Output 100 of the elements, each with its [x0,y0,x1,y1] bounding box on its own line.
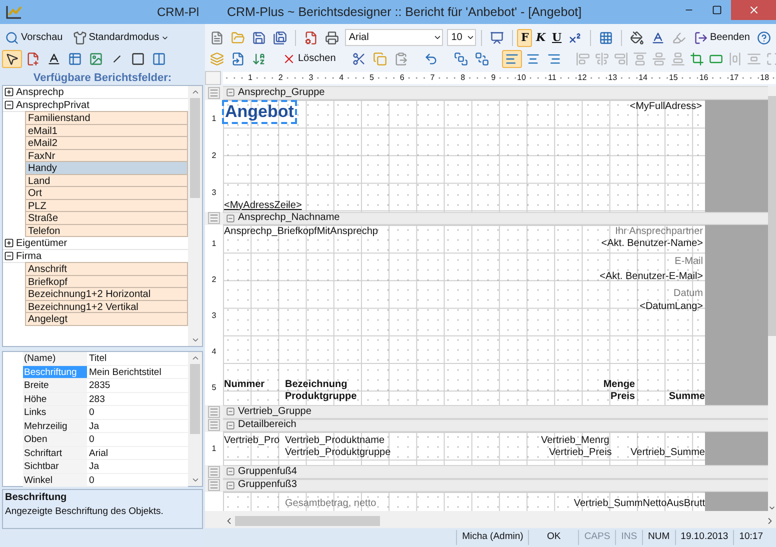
report-field[interactable]: Vertrieb_SummNettoAusBrutt [565,498,705,509]
tree-field[interactable]: Straße [25,211,188,224]
mode-button[interactable]: Standardmodus [70,28,172,46]
report-field[interactable]: Vertrieb_Summe [621,447,705,458]
report-field[interactable]: Menge [580,379,635,390]
report-field[interactable]: Nummer [224,379,265,390]
report-field[interactable]: <MyFullAdress> [580,100,702,112]
report-field[interactable]: Vertrieb_Menrg [541,435,610,446]
size-select[interactable]: 10 [447,29,476,46]
property-name[interactable]: Höhe [23,392,87,405]
property-name[interactable]: Mehrzeilig [23,420,87,432]
report-field[interactable]: Summe [643,391,705,402]
exit-button[interactable]: Beenden [690,28,753,46]
band-header[interactable]: Gruppenfuß3 [223,478,768,492]
tree-field[interactable]: Familienstand [25,111,188,124]
pointer-tool[interactable] [2,50,22,68]
ruler-number: 9 [490,72,497,84]
property-value[interactable]: 0 [87,433,94,446]
band-handle-icon[interactable] [208,212,220,224]
caret-icon [433,33,442,42]
scrollbar[interactable] [188,86,202,346]
property-value[interactable]: Arial [87,446,108,459]
layout-button[interactable] [688,50,706,68]
property-value[interactable]: 0 [87,406,94,418]
report-field[interactable]: Gesamtbetrag, netto [285,498,376,509]
property-name[interactable]: Links [23,406,87,418]
tree-group[interactable]: Eigentümer [3,237,188,250]
property-name[interactable]: Winkel [23,474,87,486]
tree-field[interactable]: Handy [25,161,188,174]
property-name[interactable]: (Name) [23,352,87,364]
band-handle-icon[interactable] [208,406,220,418]
property-value[interactable]: 2835 [87,379,110,392]
band-handle-icon[interactable] [208,419,220,432]
report-field[interactable]: <MyAdressZeile> [224,200,302,210]
align-left-icon [576,52,590,66]
format-button[interactable]: U [549,28,564,46]
ruler-number: 1 [212,238,216,248]
bring-to-front-icon [454,52,468,66]
scrollbar[interactable] [188,352,202,486]
preview-button[interactable]: Vorschau [2,28,66,46]
delete-button[interactable]: Löschen [279,50,339,68]
band-header[interactable]: Vertrieb_Gruppe [223,405,768,418]
report-field[interactable]: Angebot [224,102,295,122]
report-field[interactable]: Datum [563,288,703,299]
chart-icon [490,30,504,44]
report-field[interactable]: <Akt. Benutzer-E-Mail> [553,271,703,282]
report-field[interactable]: Ansprechp_BriefkopfMitAnsprechp [224,226,378,237]
report-field[interactable]: Vertrieb_Preis [549,447,612,458]
band-header[interactable]: Ansprechp_Gruppe [223,86,768,100]
property-name[interactable]: Oben [23,433,87,446]
font-select[interactable]: Arial [344,29,444,46]
report-field[interactable]: E-Mail [563,256,703,267]
format-button[interactable]: K [533,28,548,46]
splitter-tool-icon [152,52,166,66]
copy-icon [372,52,387,66]
property-value[interactable]: Ja [87,460,100,472]
spacing-icon [746,52,761,66]
tree-field[interactable]: Telefon [25,224,188,237]
tree-field[interactable]: Anschrift [25,262,188,276]
report-field[interactable]: Ihr Ansprechpartner [563,226,703,237]
property-value[interactable]: Titel [87,352,107,364]
band-handle-icon[interactable] [208,479,220,492]
add-field-tool-icon [26,52,40,66]
band-header[interactable]: Ansprechp_Nachname [223,212,768,225]
format-button[interactable]: F [517,28,532,46]
page-margin [705,432,768,465]
tree-field[interactable]: Bezeichnung1+2 Horizontal [25,287,188,300]
property-value[interactable]: Mein Berichtstitel [87,366,162,378]
status-field: INS [615,530,642,545]
property-value[interactable]: 283 [87,392,105,405]
align-center-icon [594,52,609,66]
report-field[interactable]: <DatumLang> [563,301,703,312]
property-value[interactable]: 0 [87,474,94,486]
band-handle-icon[interactable] [208,466,220,478]
window-title: CRM-Pl [157,4,200,21]
property-name[interactable]: Schriftart [23,446,87,459]
report-field[interactable]: Preis [580,391,635,402]
report-field[interactable]: Produktgruppe [285,391,357,402]
align-left-icon [504,52,519,66]
report-field[interactable]: Bezeichnung [285,379,348,390]
property-name[interactable]: Sichtbar [23,460,87,472]
tree-field[interactable]: Angelegt [25,312,188,326]
tree-field[interactable]: eMail2 [25,136,188,150]
status-field: NUM [642,530,675,545]
tree-field[interactable]: Ort [25,186,188,200]
report-field[interactable]: <Akt. Benutzer-Name> [563,238,703,249]
undo-icon [424,52,438,66]
band-handle-icon[interactable] [208,86,220,99]
ruler-number: 10 [516,72,527,84]
property-name[interactable]: Breite [23,379,87,392]
report-field[interactable]: Vertrieb_Produktname [285,435,385,446]
tree-group[interactable]: Ansprechp [3,86,188,99]
ruler-number: 6 [398,72,406,84]
size-icon [766,52,776,66]
align-left-button[interactable] [502,50,522,68]
band-header[interactable]: Gruppenfuß4 [223,465,768,478]
report-field[interactable]: Vertrieb_Produktgruppe [285,447,391,458]
property-value[interactable]: Ja [87,420,100,432]
band-header[interactable]: Detailbereich [223,418,768,432]
report-field[interactable]: Vertrieb_Pro [224,435,280,446]
